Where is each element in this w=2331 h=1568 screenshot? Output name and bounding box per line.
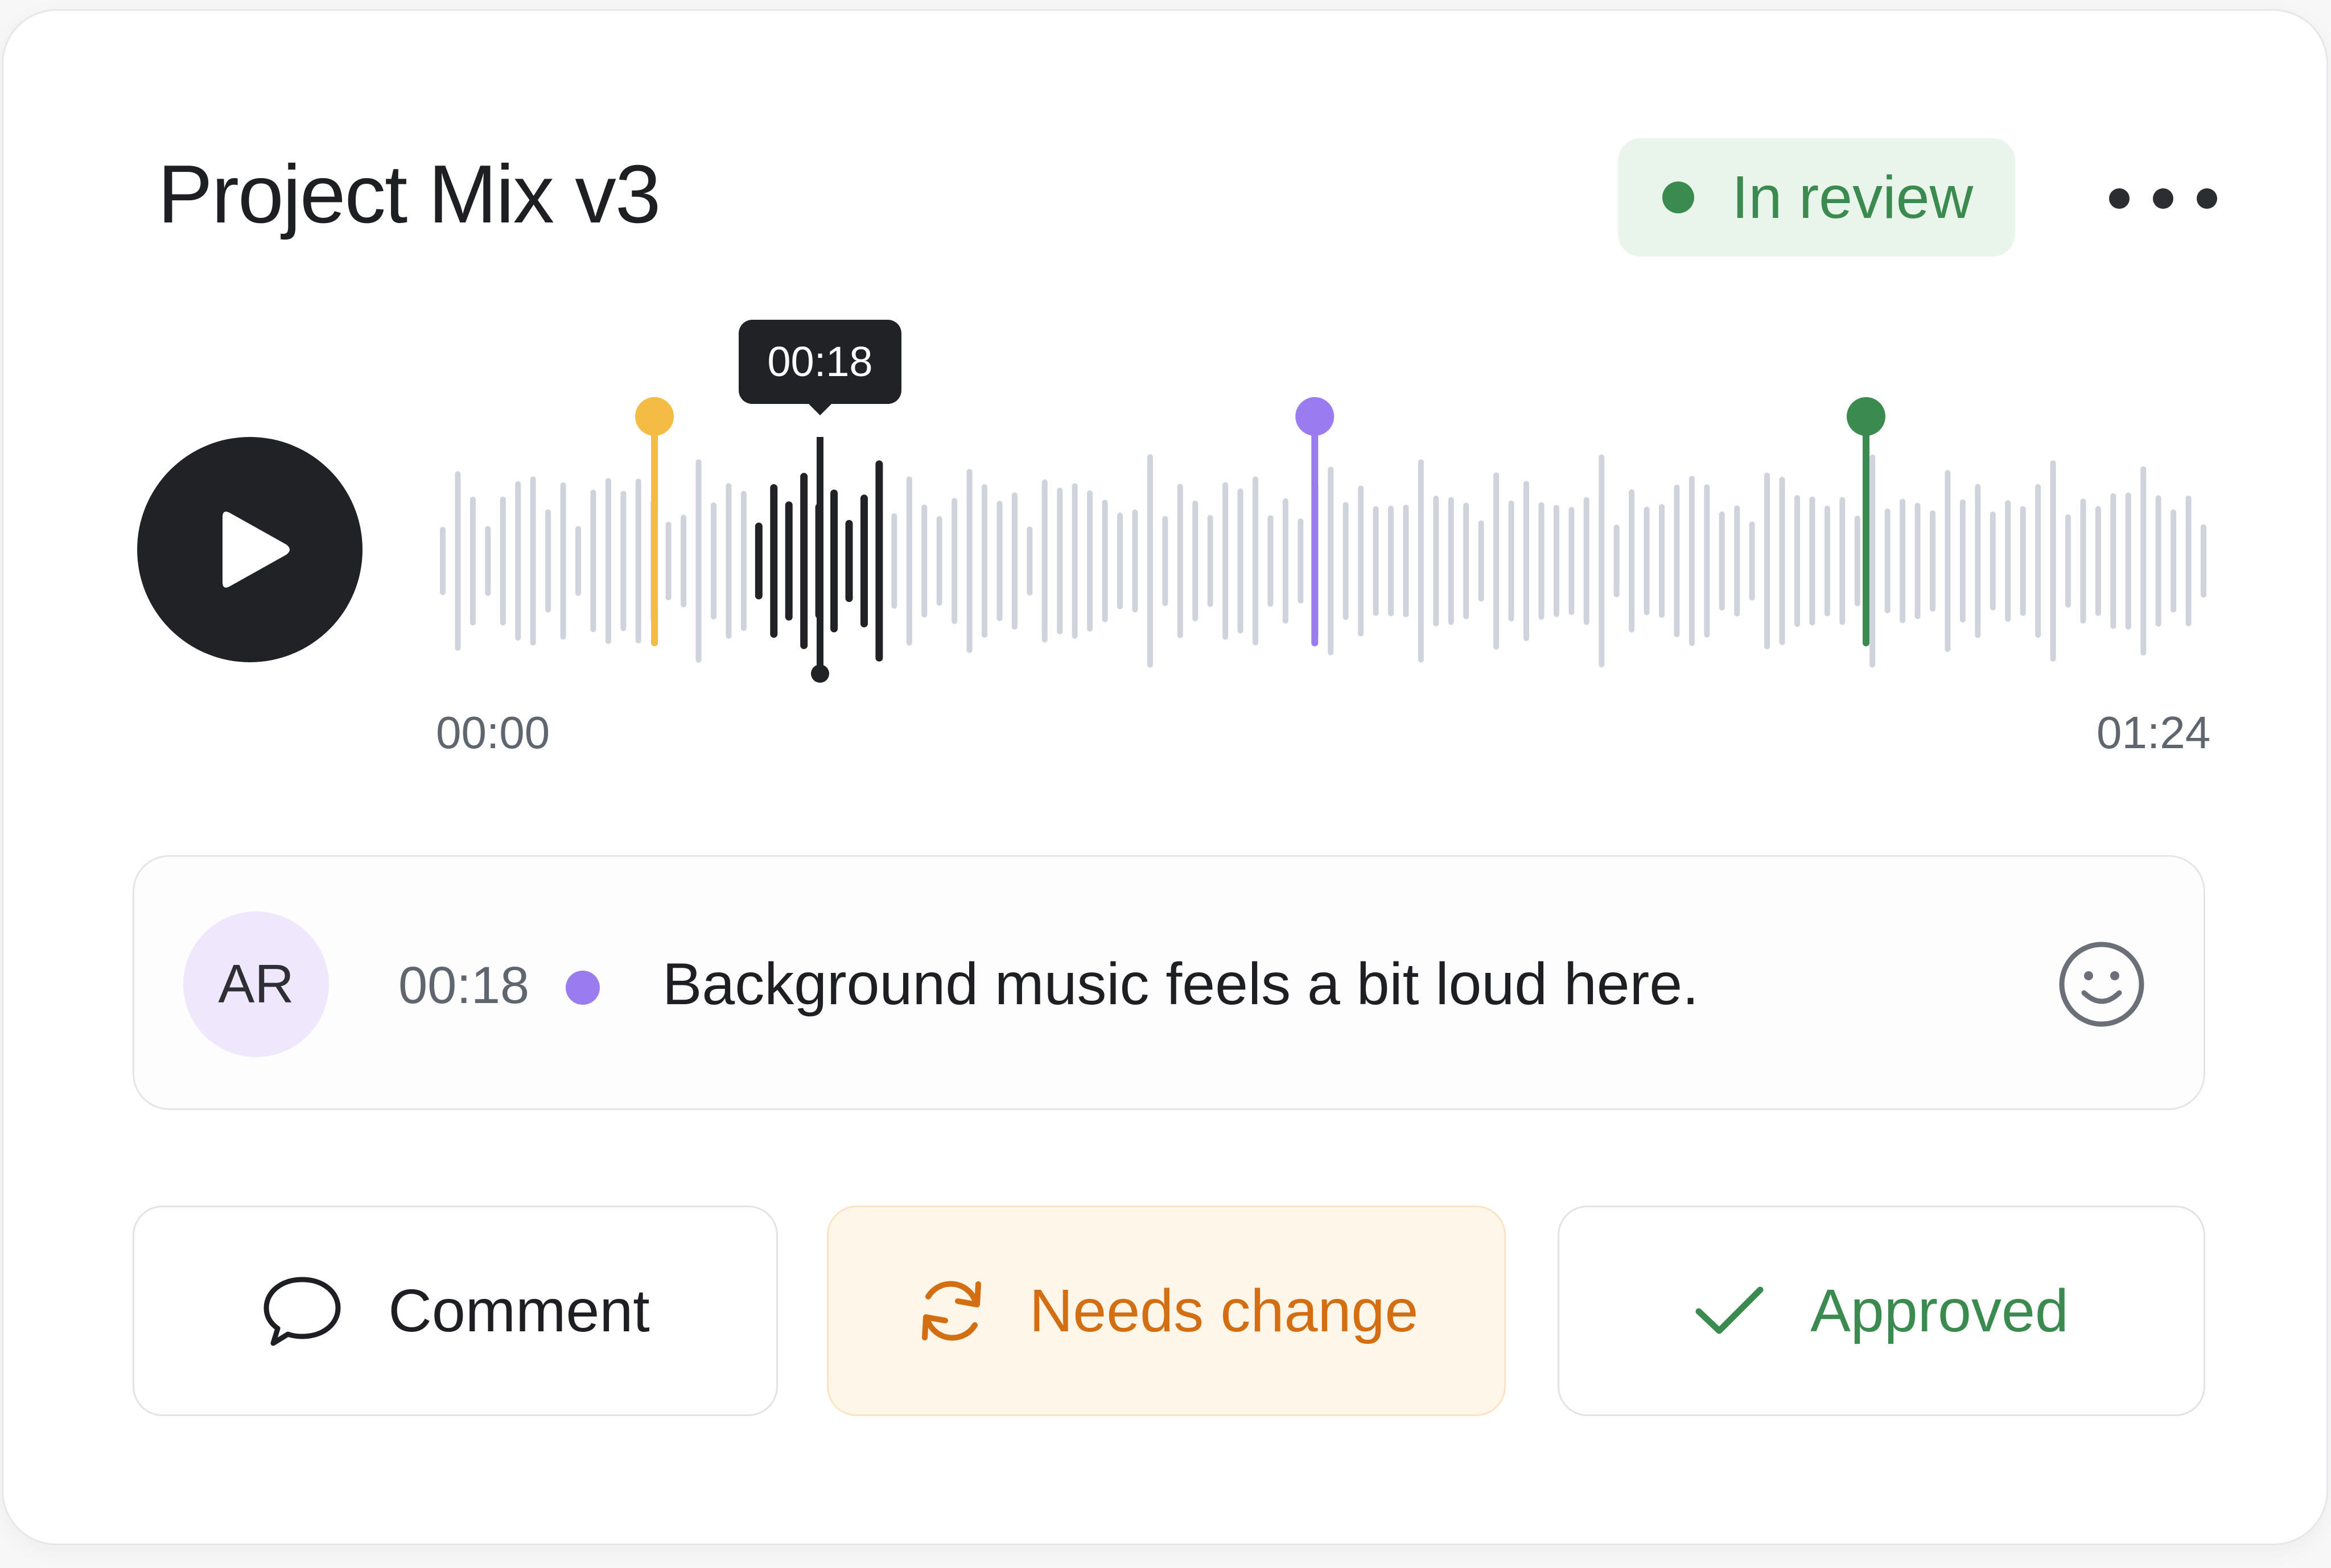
playhead-time-tooltip: 00:18 <box>739 320 901 415</box>
comment-timestamp[interactable]: 00:18 <box>398 959 529 1012</box>
play-icon <box>223 511 290 588</box>
approved-button-label: Approved <box>1810 1277 2069 1344</box>
start-time-label: 00:00 <box>436 707 550 758</box>
needs-change-button[interactable]: Needs change <box>827 1206 1506 1416</box>
speech-bubble-icon <box>261 1274 344 1348</box>
comment-button-label: Comment <box>388 1277 650 1344</box>
needs-change-button-label: Needs change <box>1029 1277 1419 1344</box>
approved-button[interactable]: Approved <box>1558 1206 2205 1416</box>
comment-item[interactable]: AR 00:18 Background music feels a bit lo… <box>133 855 2205 1110</box>
ellipsis-dot <box>2153 188 2173 209</box>
ellipsis-dot <box>2197 188 2217 209</box>
project-title: Project Mix v3 <box>158 148 661 240</box>
play-button[interactable] <box>137 437 363 662</box>
ellipsis-horizontal-icon <box>2109 188 2130 209</box>
status-dot-icon <box>1662 181 1694 213</box>
comment-marker-dot <box>566 971 600 1005</box>
checkmark-icon <box>1694 1285 1765 1336</box>
status-badge: In review <box>1618 138 2015 257</box>
avatar: AR <box>183 911 329 1057</box>
comment-button[interactable]: Comment <box>133 1206 778 1416</box>
smiley-face-icon[interactable] <box>2057 939 2147 1029</box>
comment-text: Background music feels a bit loud here. <box>662 951 1699 1017</box>
status-label: In review <box>1732 164 1974 231</box>
end-time-label: 01:24 <box>2097 707 2211 758</box>
more-options-button[interactable] <box>2109 176 2217 221</box>
refresh-icon <box>915 1274 989 1348</box>
